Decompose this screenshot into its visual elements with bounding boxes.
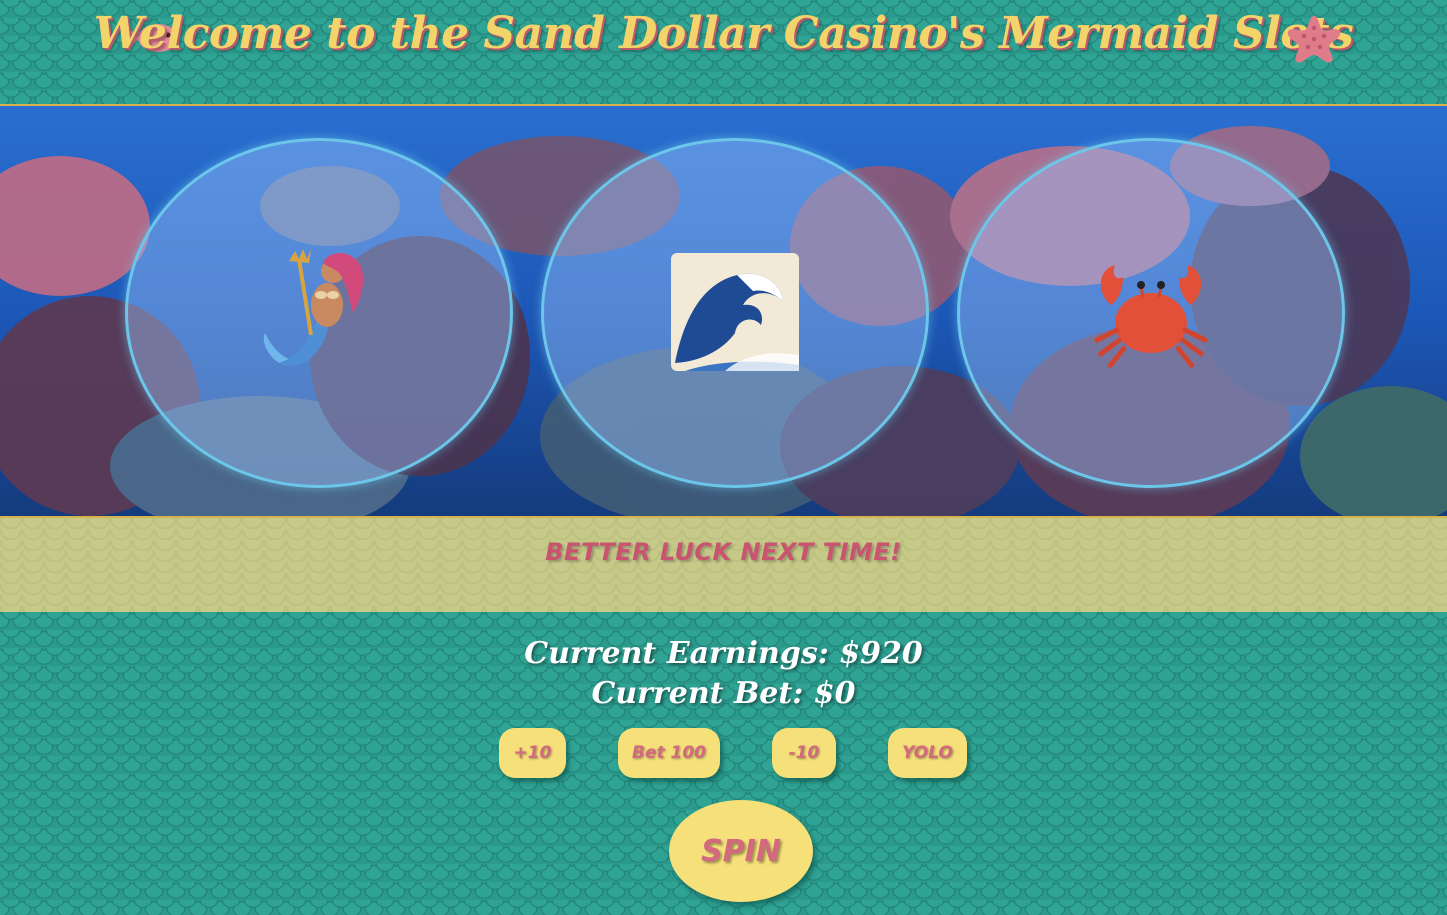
crab-icon: [1093, 265, 1209, 369]
spin-button[interactable]: SPIN: [669, 800, 813, 902]
header: Welcome to the Sand Dollar Casino's Merm…: [0, 0, 1447, 106]
starfish-icon: [1287, 16, 1341, 63]
result-message-bar: BETTER LUCK NEXT TIME!: [0, 518, 1447, 612]
current-earnings: Current Earnings: $920: [524, 636, 923, 671]
page-title: Welcome to the Sand Dollar Casino's Merm…: [93, 8, 1354, 59]
wave-icon: [671, 253, 799, 371]
reel-3: [957, 138, 1345, 488]
reels-area: [0, 106, 1447, 518]
current-bet: Current Bet: $0: [591, 676, 856, 711]
yolo-button[interactable]: YOLO: [888, 728, 967, 778]
mermaid-icon: [263, 249, 364, 366]
plus-10-button[interactable]: +10: [499, 728, 566, 778]
reel-1: [125, 138, 513, 488]
result-message: BETTER LUCK NEXT TIME!: [545, 538, 902, 566]
minus-10-button[interactable]: -10: [772, 728, 836, 778]
bet-100-button[interactable]: Bet 100: [618, 728, 720, 778]
reel-2: [541, 138, 929, 488]
